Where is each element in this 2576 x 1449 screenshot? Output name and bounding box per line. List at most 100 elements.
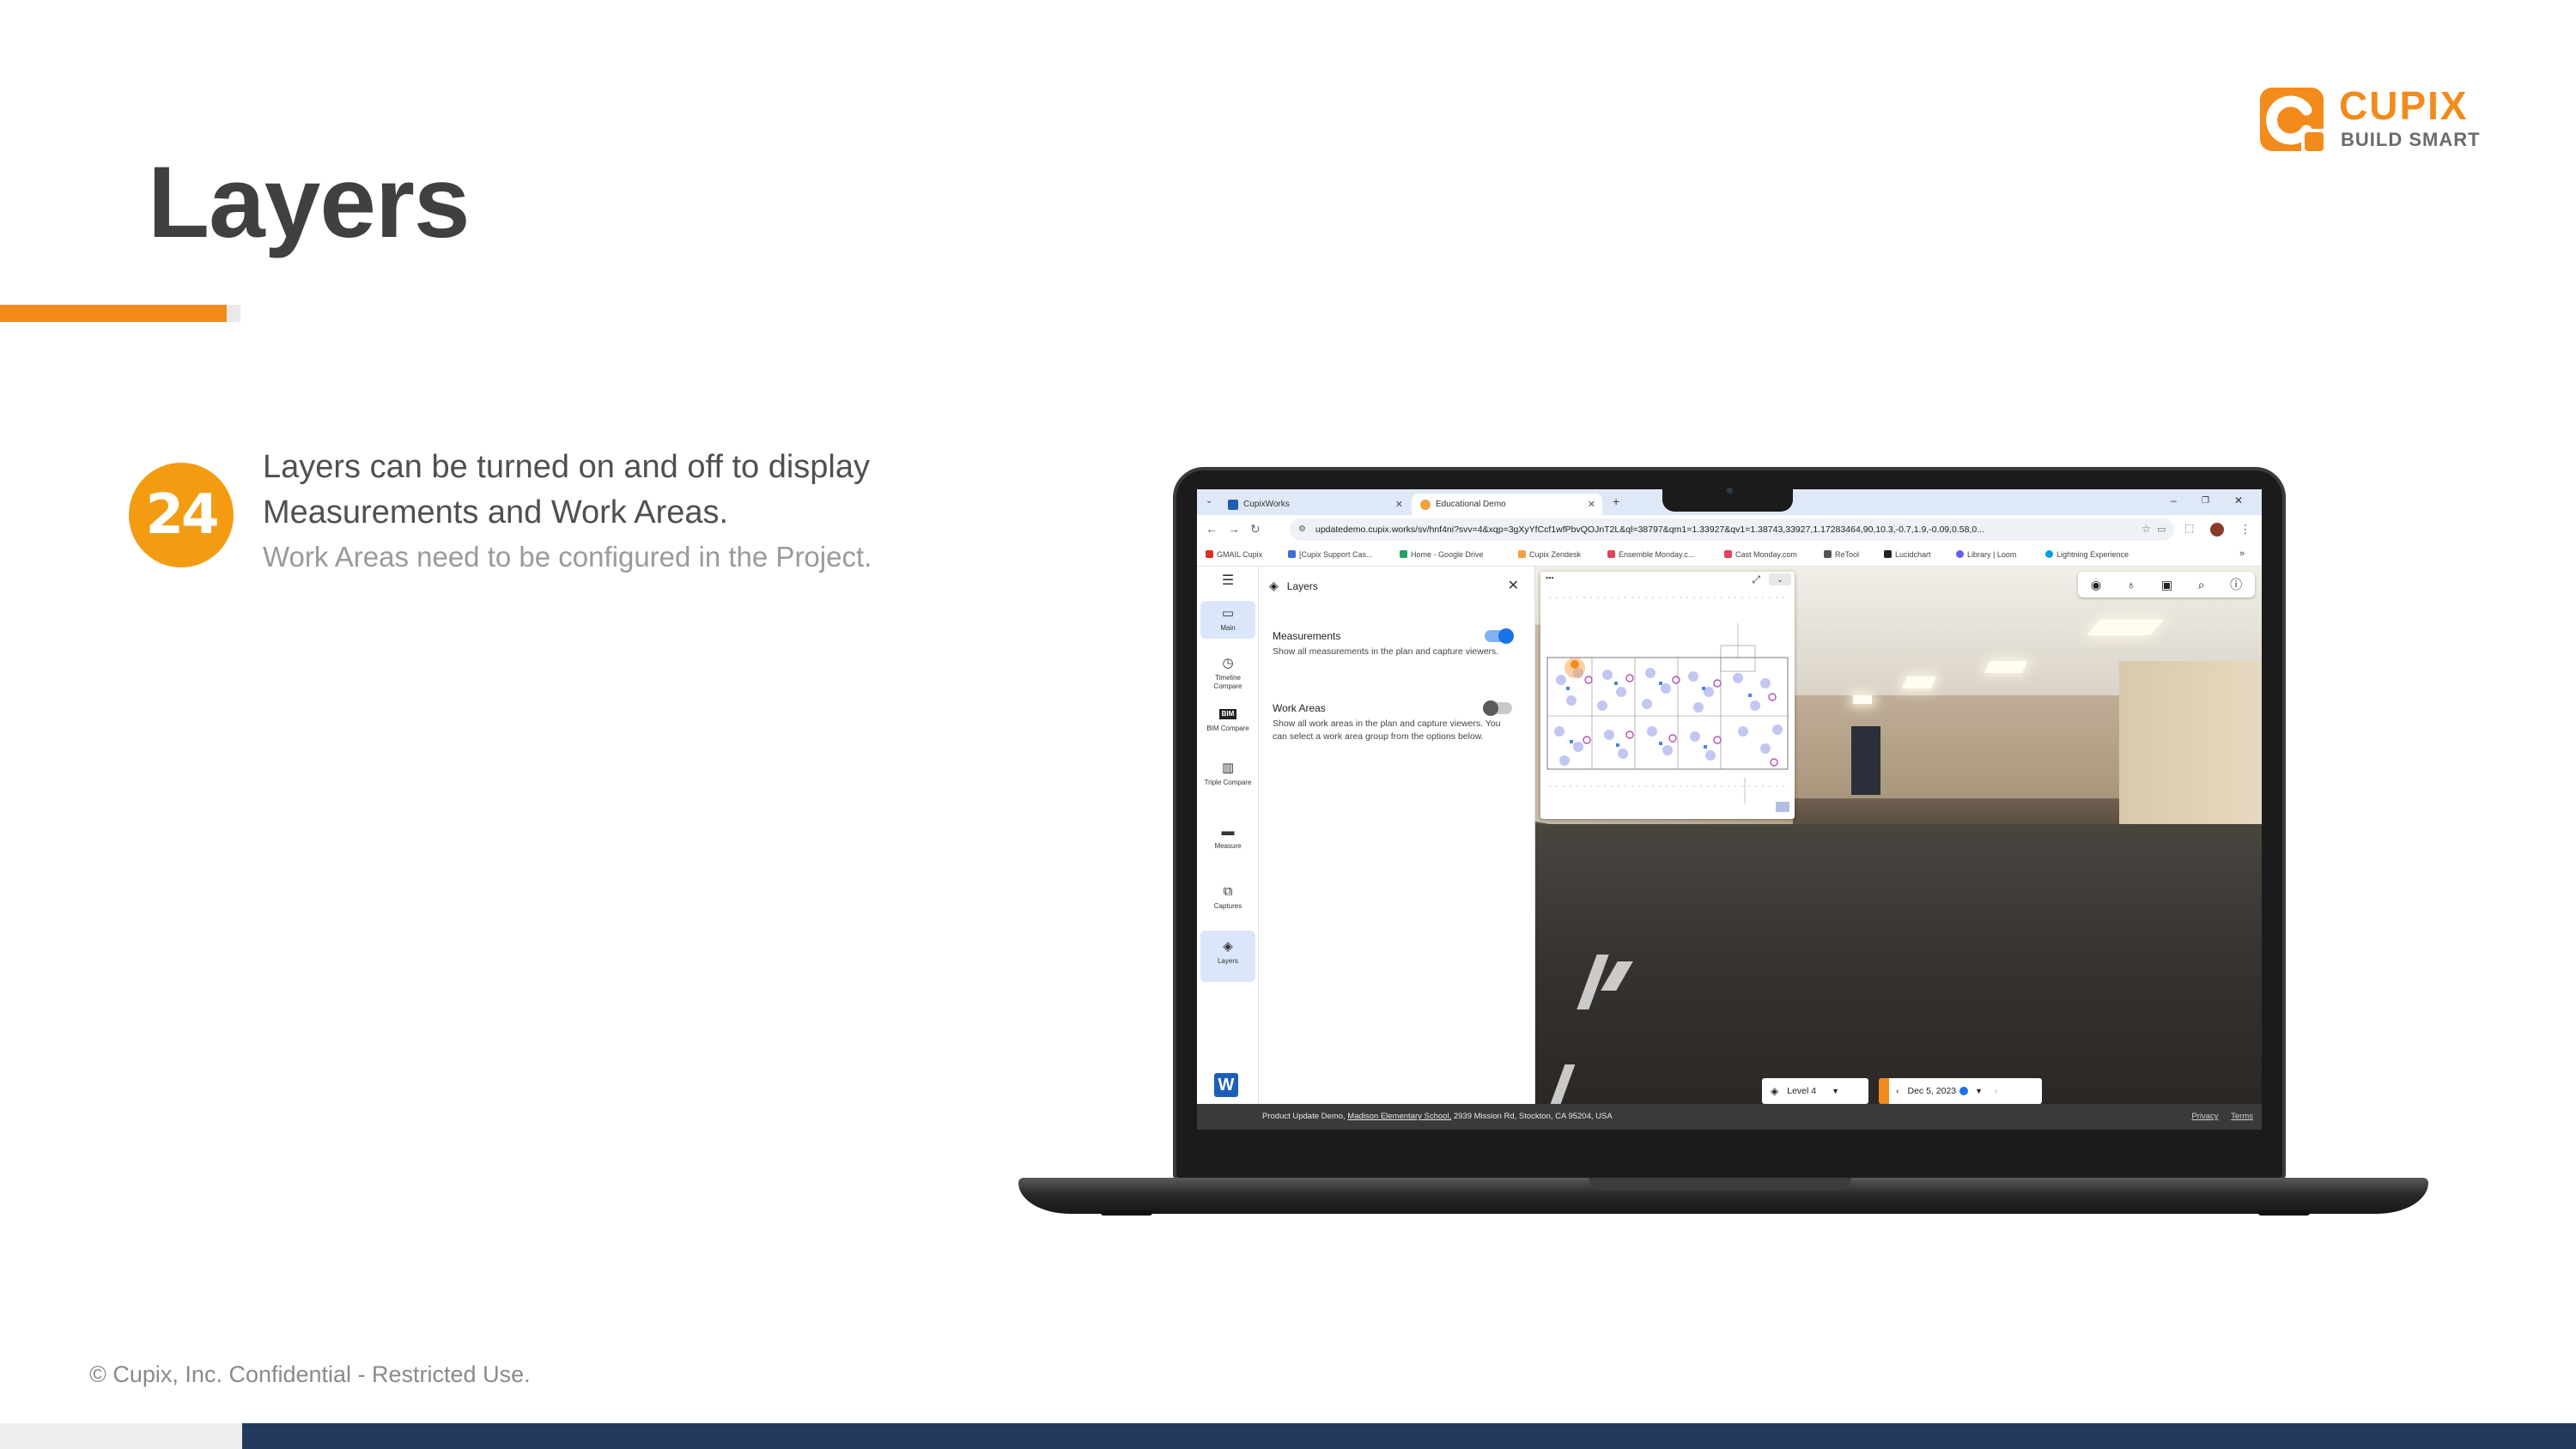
bookmark-lightning[interactable]: Lightning Experience bbox=[2045, 550, 2129, 559]
step-number-badge: 24 bbox=[129, 463, 234, 567]
close-panel-icon[interactable]: ✕ bbox=[1508, 577, 1519, 594]
layers-panel: ◈ Layers ✕ Measurements Show all measure… bbox=[1259, 567, 1535, 1104]
legal-links: Privacy Terms bbox=[2181, 1104, 2253, 1130]
bookmark-zendesk[interactable]: Cupix Zendesk bbox=[1518, 550, 1581, 559]
close-window-icon[interactable]: ✕ bbox=[2234, 494, 2243, 506]
slide-title: Layers bbox=[148, 146, 471, 259]
bookmark-ensemble[interactable]: Ensemble Monday.c... bbox=[1607, 550, 1694, 559]
tab-label: Educational Demo bbox=[1436, 500, 1506, 509]
rail-item-bim-compare[interactable]: BIM BIM Compare bbox=[1200, 709, 1255, 733]
info-icon[interactable]: ⓘ bbox=[2230, 576, 2242, 593]
capture-status-dot bbox=[1959, 1087, 1969, 1095]
back-icon[interactable]: ← bbox=[1206, 522, 1218, 536]
laptop-screen: ⌄ CupixWorks ✕ Educational Demo ✕ + – ❐ … bbox=[1197, 489, 2262, 1130]
measurements-toggle[interactable] bbox=[1485, 628, 1514, 644]
site-name-link[interactable]: Madison Elementary School, bbox=[1347, 1112, 1451, 1121]
capture-viewer[interactable]: ◉ ♁ ▣ ⌕ ⓘ ▪▪▪ ⤢ ⌄ ◈ Level 4 ▼ ‹ Dec 5, 2… bbox=[1535, 567, 2262, 1104]
camera-icon[interactable]: ▣ bbox=[2161, 578, 2172, 592]
rail-item-layers[interactable]: ◈ Layers bbox=[1200, 931, 1255, 982]
restore-icon[interactable]: ❐ bbox=[2202, 496, 2209, 506]
viewer-toolbar: ◉ ♁ ▣ ⌕ ⓘ bbox=[2078, 572, 2255, 597]
chevron-down-icon[interactable]: ▼ bbox=[1975, 1087, 1983, 1095]
close-tab-icon[interactable]: ✕ bbox=[1395, 499, 1403, 510]
hamburger-menu-icon[interactable]: ☰ bbox=[1200, 573, 1255, 589]
rail-item-label: BIM Compare bbox=[1206, 724, 1249, 732]
rail-item-label: Main bbox=[1220, 624, 1236, 632]
close-tab-icon[interactable]: ✕ bbox=[1588, 499, 1595, 510]
rail-item-captures[interactable]: ⧉ Captures bbox=[1200, 884, 1255, 911]
ceiling-light bbox=[1984, 661, 2028, 673]
rail-item-timeline-compare[interactable]: ◷ Timeline Compare bbox=[1200, 656, 1255, 691]
tab-list-icon[interactable]: ⌄ bbox=[1206, 496, 1212, 506]
bulb-icon[interactable]: ♁ bbox=[2127, 578, 2136, 591]
new-tab-button[interactable]: + bbox=[1613, 494, 1619, 508]
cupix-favicon bbox=[1420, 499, 1431, 510]
rail-item-label: Triple Compare bbox=[1204, 779, 1252, 786]
rail-footer bbox=[1197, 1104, 1259, 1130]
title-underline-end bbox=[227, 305, 240, 322]
browser-menu-icon[interactable]: ⋮ bbox=[2239, 522, 2251, 537]
toggle-knob bbox=[1498, 628, 1514, 644]
bookmark-support[interactable]: [Cupix Support Cas... bbox=[1288, 550, 1373, 559]
bookmark-star-icon[interactable]: ☆ bbox=[2142, 523, 2151, 535]
more-bookmarks-icon[interactable]: » bbox=[2239, 549, 2245, 559]
step-note: Work Areas need to be configured in the … bbox=[263, 541, 872, 573]
bookmark-lucidchart[interactable]: Lucidchart bbox=[1884, 550, 1931, 559]
eye-icon[interactable]: ◉ bbox=[2091, 578, 2101, 592]
profile-avatar[interactable] bbox=[2210, 523, 2224, 537]
level-dropdown[interactable]: ◈ Level 4 ▼ bbox=[1762, 1078, 1868, 1104]
address-bar-row: ← → ↻ ⚙ updatedemo.cupix.works/sv/hnf4ni… bbox=[1197, 515, 2262, 544]
laptop-foot-left bbox=[1101, 1210, 1152, 1216]
ceiling-light bbox=[1902, 676, 1936, 688]
site-address: 2939 Mission Rd, Stockton, CA 95204, USA bbox=[1453, 1112, 1613, 1121]
work-areas-toggle[interactable] bbox=[1483, 700, 1512, 716]
minimize-icon[interactable]: – bbox=[2171, 494, 2177, 506]
bookmark-loom[interactable]: Library | Loom bbox=[1956, 550, 2016, 559]
privacy-link[interactable]: Privacy bbox=[2191, 1112, 2218, 1121]
capture-date-selector[interactable]: ‹ Dec 5, 2023 ▼ › bbox=[1879, 1078, 2042, 1104]
reload-icon[interactable]: ↻ bbox=[1250, 522, 1261, 537]
bookmark-retool[interactable]: ReTool bbox=[1824, 550, 1859, 559]
forward-icon[interactable]: → bbox=[1228, 522, 1240, 536]
laptop-foot-right bbox=[2258, 1210, 2310, 1216]
ceiling-light bbox=[1853, 695, 1872, 704]
bookmark-gmail[interactable]: GMAIL Cupix bbox=[1206, 550, 1262, 559]
bookmark-drive[interactable]: Home - Google Drive bbox=[1400, 550, 1484, 559]
cast-icon[interactable]: ▭ bbox=[2157, 524, 2166, 535]
bookmarks-bar: GMAIL Cupix [Cupix Support Cas... Home -… bbox=[1197, 544, 2262, 567]
panel-header: ◈ Layers bbox=[1269, 579, 1318, 593]
captures-icon: ⧉ bbox=[1223, 884, 1233, 899]
laptop-opening-groove bbox=[1589, 1178, 1851, 1190]
rail-item-label: Captures bbox=[1213, 902, 1242, 910]
work-areas-option-title: Work Areas bbox=[1273, 702, 1326, 714]
ruler-icon: ▬ bbox=[1221, 824, 1235, 839]
extensions-icon[interactable]: ⬚ bbox=[2184, 522, 2194, 534]
url-input[interactable]: ⚙ updatedemo.cupix.works/sv/hnf4ni?svv=4… bbox=[1290, 518, 2174, 541]
toggle-knob bbox=[1483, 700, 1498, 716]
logo-tagline: BUILD SMART bbox=[2341, 129, 2481, 150]
tab-cupixworks[interactable]: CupixWorks ✕ bbox=[1219, 494, 1410, 515]
rail-item-triple-compare[interactable]: ▥ Triple Compare bbox=[1200, 761, 1255, 787]
prev-date-icon[interactable]: ‹ bbox=[1896, 1086, 1899, 1096]
step-description: Layers can be turned on and off to displ… bbox=[263, 449, 871, 530]
bookmark-cast[interactable]: Cast Monday.com bbox=[1724, 550, 1797, 559]
bim-icon: BIM bbox=[1219, 709, 1236, 719]
viewer-bottom-controls: ◈ Level 4 ▼ ‹ Dec 5, 2023 ▼ › bbox=[1535, 1076, 2262, 1104]
confidential-footer: © Cupix, Inc. Confidential - Restricted … bbox=[89, 1361, 531, 1387]
next-date-icon[interactable]: › bbox=[1995, 1086, 1998, 1096]
level-value: Level 4 bbox=[1787, 1086, 1817, 1096]
rail-item-measure[interactable]: ▬ Measure bbox=[1200, 824, 1255, 851]
site-info-icon[interactable]: ⚙ bbox=[1298, 518, 1306, 541]
room-floor bbox=[1535, 824, 2262, 1104]
webcam bbox=[1727, 488, 1733, 494]
zoom-icon[interactable]: ⌕ bbox=[2198, 578, 2205, 592]
terms-link[interactable]: Terms bbox=[2231, 1112, 2253, 1121]
layers-icon: ◈ bbox=[1269, 579, 1279, 592]
footer-bar-accent bbox=[0, 1423, 242, 1449]
tab-educational-demo[interactable]: Educational Demo ✕ bbox=[1412, 494, 1602, 515]
measurements-option-description: Show all measurements in the plan and ca… bbox=[1273, 646, 1499, 657]
rail-item-main[interactable]: ▭ Main bbox=[1200, 601, 1255, 639]
room-wall-back bbox=[1759, 695, 2128, 798]
floor-plan-minimap[interactable]: ▪▪▪ ⤢ ⌄ bbox=[1540, 572, 1795, 819]
clock-icon: ◷ bbox=[1222, 656, 1234, 670]
